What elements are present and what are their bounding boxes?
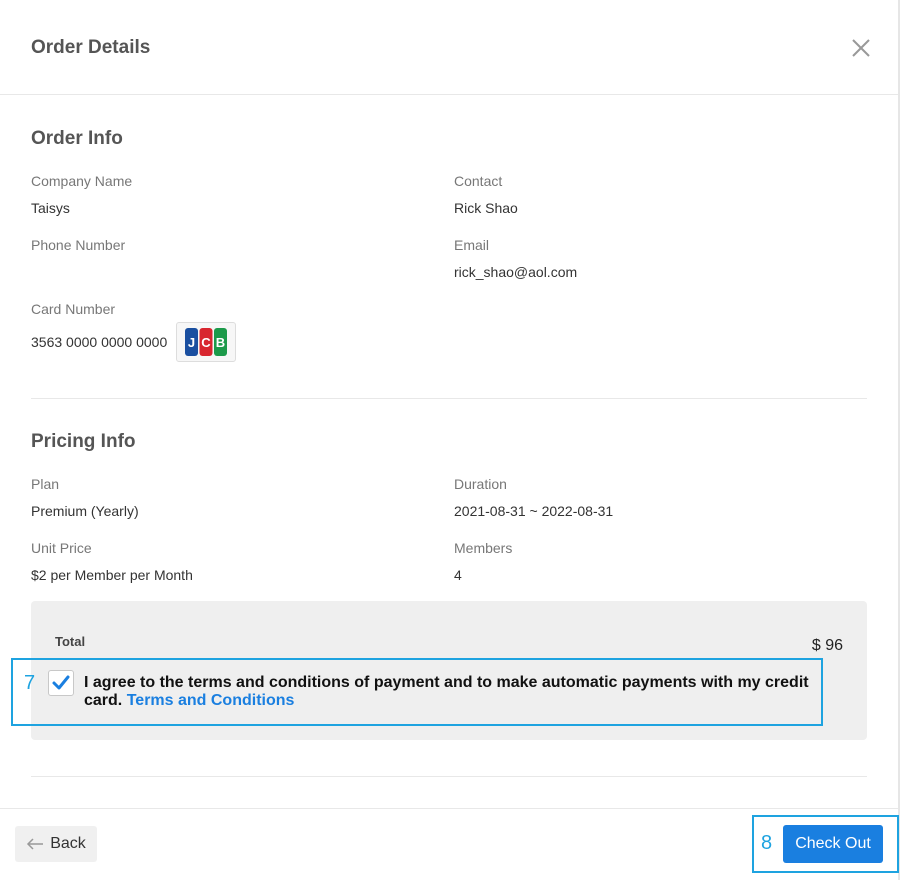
email-value: rick_shao@aol.com — [454, 264, 578, 280]
unit-price-label: Unit Price — [31, 540, 92, 556]
svg-text:C: C — [201, 335, 211, 350]
members-value: 4 — [454, 567, 462, 583]
check-icon — [52, 675, 70, 690]
terms-and-conditions-link[interactable]: Terms and Conditions — [127, 692, 295, 709]
back-button-label: Back — [50, 835, 86, 852]
total-value: $ 96 — [811, 637, 843, 654]
jcb-card-icon: J C B — [185, 328, 227, 356]
svg-text:J: J — [188, 335, 195, 350]
page-title: Order Details — [31, 37, 151, 58]
unit-price-value: $2 per Member per Month — [31, 567, 193, 583]
order-details-modal: Order Details Order Info Company Name Ta… — [0, 0, 900, 880]
contact-label: Contact — [454, 173, 503, 189]
total-label: Total — [55, 634, 86, 649]
close-icon — [852, 39, 870, 57]
arrow-left-icon — [27, 838, 44, 850]
duration-value: 2021-08-31 ~ 2022-08-31 — [454, 503, 614, 519]
back-button[interactable]: Back — [15, 826, 97, 862]
annotation-marker-8: 8 — [761, 832, 773, 854]
phone-number-label: Phone Number — [31, 237, 126, 253]
section-divider — [31, 776, 867, 777]
duration-label: Duration — [454, 476, 507, 492]
close-button[interactable] — [849, 36, 873, 60]
agreement-text-block: I agree to the terms and conditions of p… — [84, 674, 814, 710]
email-label: Email — [454, 237, 490, 253]
contact-value: Rick Shao — [454, 200, 518, 216]
section-divider — [31, 398, 867, 399]
check-out-button[interactable]: Check Out — [783, 825, 883, 863]
pricing-info-title: Pricing Info — [31, 431, 136, 452]
card-number-value: 3563 0000 0000 0000 — [31, 334, 168, 350]
company-name-label: Company Name — [31, 173, 133, 189]
company-name-value: Taisys — [31, 200, 70, 216]
card-brand-badge: J C B — [176, 322, 236, 362]
plan-value: Premium (Yearly) — [31, 503, 139, 519]
members-label: Members — [454, 540, 513, 556]
plan-label: Plan — [31, 476, 60, 492]
svg-text:B: B — [216, 335, 225, 350]
annotation-marker-7: 7 — [24, 672, 36, 694]
modal-header: Order Details — [0, 0, 898, 95]
card-number-label: Card Number — [31, 301, 116, 317]
order-info-title: Order Info — [31, 128, 123, 149]
agree-terms-checkbox[interactable] — [48, 670, 74, 696]
check-out-button-label: Check Out — [795, 835, 871, 852]
